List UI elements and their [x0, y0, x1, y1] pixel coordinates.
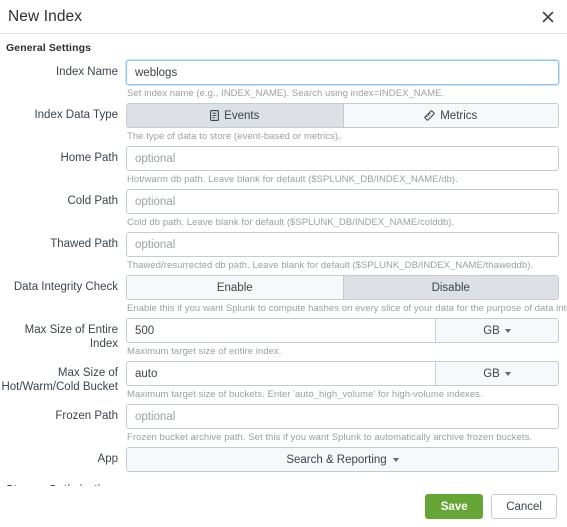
- app-dropdown[interactable]: Search & Reporting: [126, 447, 559, 472]
- segment-events[interactable]: Events: [127, 104, 343, 127]
- modal-body: General Settings Index Name Set index na…: [0, 34, 567, 486]
- frozen-path-input[interactable]: [126, 404, 559, 429]
- label-thawed-path: Thawed Path: [50, 238, 118, 250]
- section-header-general: General Settings: [6, 42, 92, 54]
- field-row-thawed-path: Thawed Path Thawed/resurrected db path. …: [0, 232, 567, 272]
- save-button[interactable]: Save: [425, 494, 484, 519]
- hint-max-size-bucket: Maximum target size of buckets. Enter 'a…: [127, 389, 483, 400]
- hint-cold-path: Cold db path. Leave blank for default ($…: [127, 217, 455, 228]
- home-path-input[interactable]: [126, 146, 559, 171]
- label-max-size-bucket-line2: Hot/Warm/Cold Bucket: [1, 381, 118, 393]
- hint-home-path: Hot/warm db path. Leave blank for defaul…: [127, 174, 458, 185]
- max-size-index-input[interactable]: [126, 318, 435, 343]
- label-max-size-bucket-line1: Max Size of: [57, 367, 118, 379]
- segment-disable[interactable]: Disable: [342, 276, 558, 299]
- data-integrity-segmented-control: Enable Disable: [126, 275, 559, 300]
- segment-disable-label: Disable: [431, 281, 470, 294]
- field-row-app: App Search & Reporting: [0, 447, 567, 472]
- events-icon: [210, 110, 220, 121]
- hint-thawed-path: Thawed/resurrected db path. Leave blank …: [127, 260, 534, 271]
- label-max-size-bucket: Max Size of Hot/Warm/Cold Bucket: [0, 361, 126, 394]
- max-size-bucket-unit-dropdown[interactable]: GB: [435, 361, 559, 386]
- segment-enable-label: Enable: [216, 281, 253, 294]
- index-data-type-segmented-control: Events Metrics: [126, 103, 559, 128]
- label-frozen-path: Frozen Path: [55, 410, 118, 422]
- max-size-bucket-input[interactable]: [126, 361, 435, 386]
- metrics-icon: [424, 110, 435, 121]
- field-row-frozen-path: Frozen Path Frozen bucket archive path. …: [0, 404, 567, 444]
- close-icon[interactable]: [539, 8, 557, 26]
- cold-path-input[interactable]: [126, 189, 559, 214]
- max-size-index-group: GB: [126, 318, 559, 343]
- hint-index-data-type: The type of data to store (event-based o…: [127, 131, 341, 142]
- index-name-input[interactable]: [126, 60, 559, 85]
- field-row-index-data-type: Index Data Type Events Metrics The type …: [0, 103, 567, 143]
- chevron-down-icon: [392, 457, 399, 462]
- app-dropdown-value: Search & Reporting: [286, 453, 387, 466]
- max-size-index-unit-dropdown[interactable]: GB: [435, 318, 559, 343]
- hint-index-name: Set index name (e.g., INDEX_NAME). Searc…: [127, 88, 445, 99]
- field-row-max-size-index: Max Size of Entire Index GB Maximum targ…: [0, 318, 567, 358]
- section-header-storage: Storage Optimization: [0, 475, 567, 486]
- segment-metrics[interactable]: Metrics: [342, 104, 558, 127]
- hint-frozen-path: Frozen bucket archive path. Set this if …: [127, 432, 533, 443]
- field-row-home-path: Home Path Hot/warm db path. Leave blank …: [0, 146, 567, 186]
- page-title: New Index: [8, 7, 83, 25]
- cancel-button[interactable]: Cancel: [491, 494, 557, 519]
- chevron-down-icon: [504, 328, 511, 333]
- field-row-data-integrity-check: Data Integrity Check Enable Disable Enab…: [0, 275, 567, 315]
- label-data-integrity-check: Data Integrity Check: [13, 281, 118, 293]
- chevron-down-icon: [504, 371, 511, 376]
- max-size-index-unit-label: GB: [483, 324, 500, 337]
- segment-enable[interactable]: Enable: [127, 276, 343, 299]
- modal-footer: Save Cancel: [0, 486, 567, 527]
- max-size-bucket-group: GB: [126, 361, 559, 386]
- max-size-bucket-unit-label: GB: [483, 367, 500, 380]
- thawed-path-input[interactable]: [126, 232, 559, 257]
- segment-metrics-label: Metrics: [440, 109, 478, 122]
- label-app: App: [97, 453, 118, 465]
- label-home-path: Home Path: [60, 152, 118, 164]
- hint-max-size-index: Maximum target size of entire index.: [127, 346, 282, 357]
- field-row-max-size-bucket: Max Size of Hot/Warm/Cold Bucket GB Maxi…: [0, 361, 567, 401]
- field-row-cold-path: Cold Path Cold db path. Leave blank for …: [0, 189, 567, 229]
- segment-events-label: Events: [224, 109, 260, 122]
- modal-titlebar: New Index: [0, 0, 567, 33]
- label-cold-path: Cold Path: [67, 195, 118, 207]
- hint-data-integrity-check: Enable this if you want Splunk to comput…: [127, 303, 567, 314]
- label-index-name: Index Name: [55, 66, 118, 78]
- field-row-index-name: Index Name Set index name (e.g., INDEX_N…: [0, 60, 567, 100]
- label-index-data-type: Index Data Type: [34, 109, 118, 121]
- label-max-size-index: Max Size of Entire Index: [24, 324, 118, 350]
